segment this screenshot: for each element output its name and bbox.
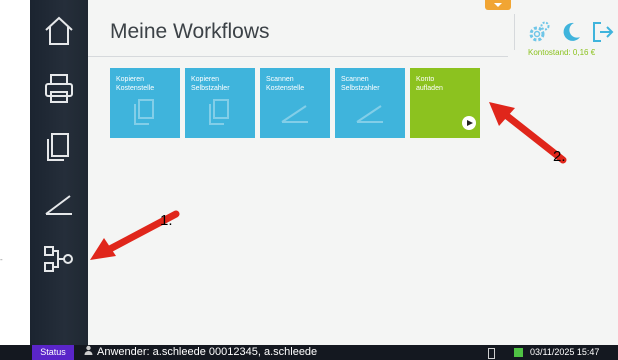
play-icon[interactable] <box>462 116 476 130</box>
workflow-tile-scannen-kostenstelle[interactable]: Scannen Kostenstelle <box>260 68 330 138</box>
annotation-label-1: 1. <box>160 212 173 229</box>
sidebar <box>30 0 88 345</box>
main-content: Meine Workflows Kontostand: 0,16 € Kopie… <box>88 0 618 345</box>
workflow-tile-scannen-selbstzahler[interactable]: Scannen Selbstzahler <box>335 68 405 138</box>
account-balance: Kontostand: 0,16 € <box>528 48 596 57</box>
user-icon <box>84 345 93 355</box>
calendar-icon <box>514 348 523 357</box>
scan-icon <box>356 105 383 123</box>
status-button[interactable]: Status <box>32 345 74 360</box>
copy-icon <box>134 99 154 125</box>
page-title: Meine Workflows <box>110 20 270 43</box>
settings-gear-icon[interactable] <box>527 20 551 44</box>
battery-icon <box>488 348 495 359</box>
scan-icon <box>281 105 308 123</box>
status-bar: Status Anwender: a.schleede 00012345, a.… <box>0 345 618 360</box>
workflow-tile-kopieren-kostenstelle[interactable]: Kopieren Kostenstelle <box>110 68 180 138</box>
moon-icon[interactable] <box>559 20 583 44</box>
datetime: 03/11/2025 15:47 <box>530 347 600 357</box>
scan-icon[interactable] <box>42 186 76 220</box>
workflow-tile-konto-aufladen[interactable]: Konto aufladen <box>410 68 480 138</box>
workflow-tile-kopieren-selbstzahler[interactable]: Kopieren Selbstzahler <box>185 68 255 138</box>
user-info: Anwender: a.schleede 00012345, a.schleed… <box>84 345 317 360</box>
tile-label: Kopieren Kostenstelle <box>116 76 155 92</box>
logout-icon[interactable] <box>591 20 615 44</box>
tile-label: Kopieren Selbstzahler <box>191 76 230 92</box>
header-divider <box>88 56 508 57</box>
stray-mark: - <box>0 255 3 264</box>
dropdown-toggle[interactable] <box>485 0 511 10</box>
workflow-icon[interactable] <box>42 242 76 276</box>
printer-icon[interactable] <box>42 72 76 106</box>
tile-label: Scannen Kostenstelle <box>266 76 305 92</box>
copy-icon <box>209 99 229 125</box>
home-icon[interactable] <box>42 14 76 48</box>
tile-label: Konto aufladen <box>416 76 443 92</box>
header-icons <box>514 14 618 50</box>
user-text: Anwender: a.schleede 00012345, a.schleed… <box>97 346 318 358</box>
annotation-label-2: 2. <box>553 148 566 165</box>
copy-icon[interactable] <box>42 130 76 164</box>
tile-label: Scannen Selbstzahler <box>341 76 380 92</box>
